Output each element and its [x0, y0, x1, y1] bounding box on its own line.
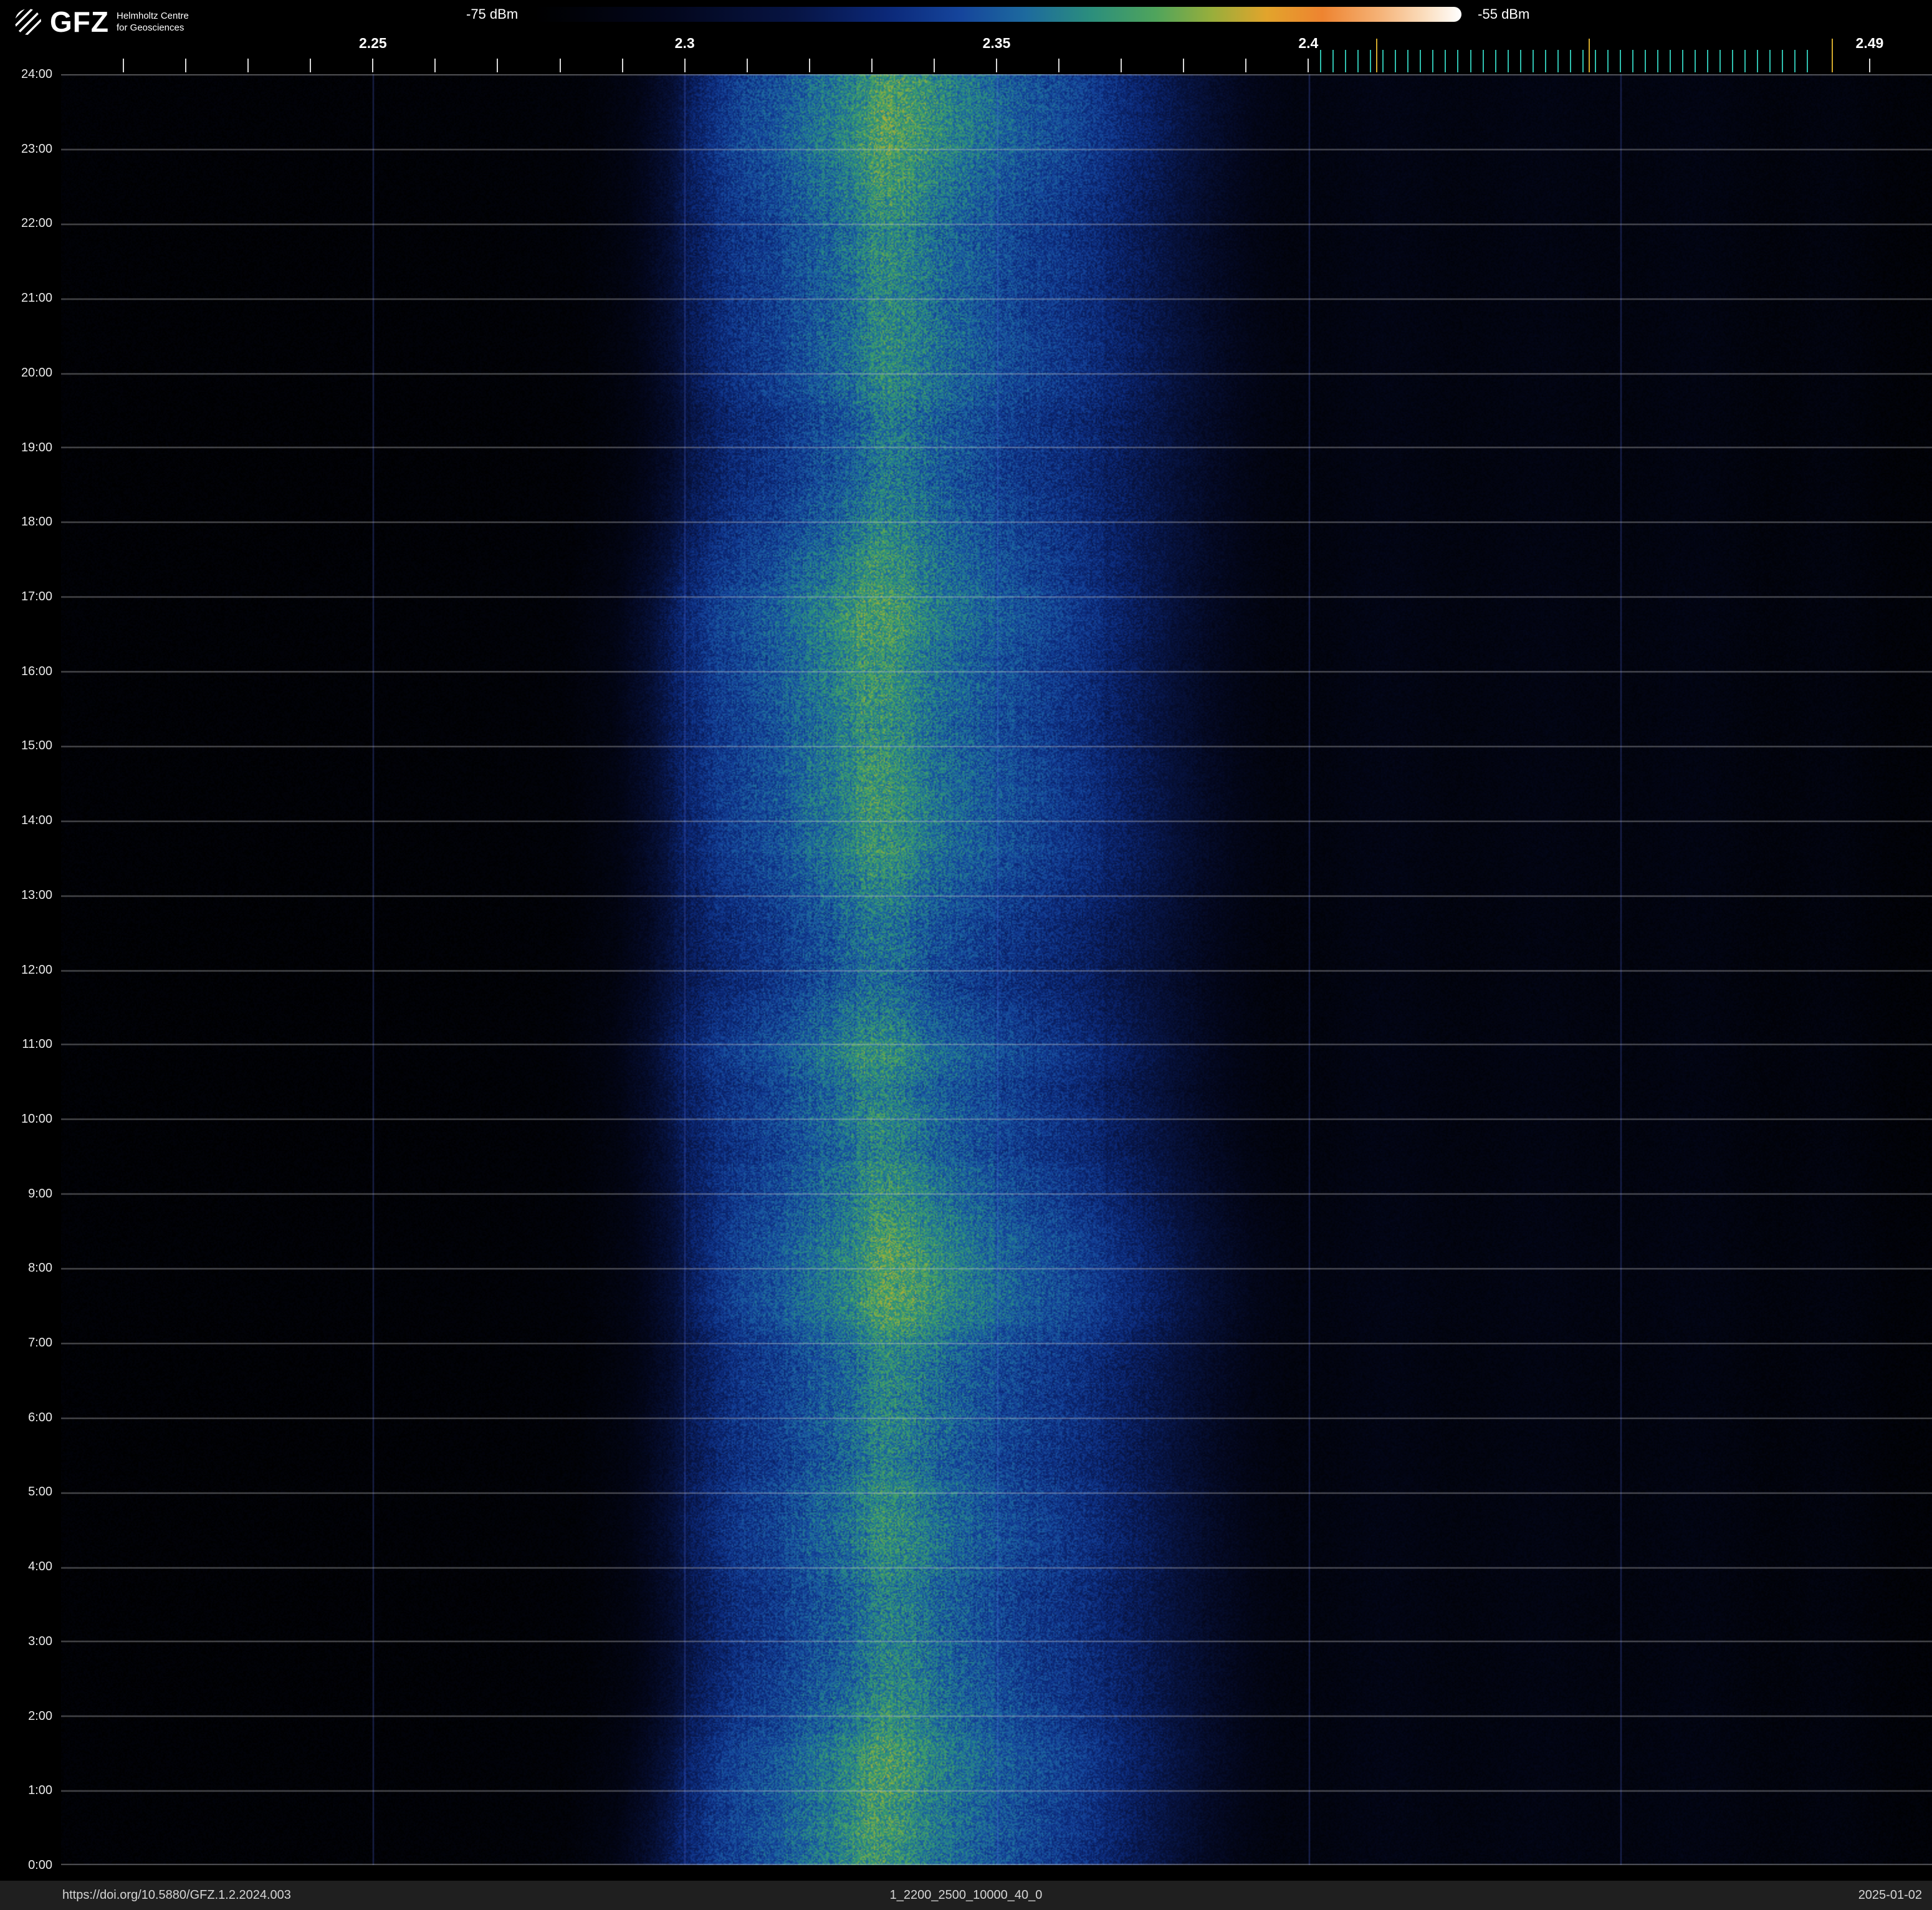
minor-freq-tick: [808, 59, 810, 72]
time-tick-label: 5:00: [28, 1485, 52, 1499]
time-tick-label: 21:00: [21, 291, 52, 305]
frequency-axis-ticks: [0, 0, 1932, 74]
time-tick-label: 1:00: [28, 1783, 52, 1798]
time-tick-label: 20:00: [21, 365, 52, 380]
channel-tick: [1632, 50, 1633, 72]
channel-tick: [1482, 50, 1484, 72]
time-tick-label: 22:00: [21, 216, 52, 231]
minor-freq-tick: [621, 59, 623, 72]
minor-freq-tick: [1121, 59, 1122, 72]
minor-freq-tick: [123, 59, 125, 72]
minor-freq-tick: [247, 59, 249, 72]
channel-tick: [1719, 50, 1721, 72]
channel-tick: [1332, 50, 1334, 72]
spectrogram-heatmap: [61, 74, 1932, 1865]
channel-tick: [1669, 50, 1671, 72]
channel-tick: [1582, 50, 1584, 72]
minor-freq-tick: [746, 59, 748, 72]
time-tick-label: 17:00: [21, 589, 52, 603]
minor-freq-tick: [933, 59, 935, 72]
channel-tick: [1619, 50, 1621, 72]
time-axis-labels: 24:00 23:00 22:00 21:00 20:00 19:00 18:00 17:00…: [0, 0, 57, 1876]
time-tick-label: 10:00: [21, 1111, 52, 1126]
time-tick-label: 9:00: [28, 1186, 52, 1201]
channel-tick: [1382, 50, 1384, 72]
time-tick-label: 8:00: [28, 1261, 52, 1275]
time-tick-label: 7:00: [28, 1336, 52, 1350]
time-tick-label: 0:00: [28, 1858, 52, 1872]
minor-freq-tick: [1058, 59, 1060, 72]
minor-freq-tick: [497, 59, 499, 72]
doi-link[interactable]: https://doi.org/10.5880/GFZ.1.2.2024.003: [62, 1888, 291, 1903]
channel-tick: [1781, 50, 1783, 72]
minor-freq-tick: [1183, 59, 1185, 72]
time-tick-label: 16:00: [21, 664, 52, 678]
channel-tick: [1320, 50, 1322, 72]
channel-tick: [1432, 50, 1434, 72]
time-tick-label: 2:00: [28, 1709, 52, 1723]
channel-tick: [1731, 50, 1733, 72]
channel-tick: [1594, 50, 1596, 72]
minor-freq-tick: [1245, 59, 1247, 72]
channel-tick: [1557, 50, 1559, 72]
channel-tick: [1607, 50, 1609, 72]
time-tick-label: 3:00: [28, 1634, 52, 1648]
channel-tick: [1519, 50, 1521, 72]
channel-tick: [1395, 50, 1397, 72]
channel-tick: [1569, 50, 1571, 72]
channel-tick: [1532, 50, 1534, 72]
time-tick-label: 23:00: [21, 142, 52, 156]
channel-tick: [1345, 50, 1347, 72]
date-label: 2025-01-02: [1858, 1888, 1922, 1902]
channel-tick: [1507, 50, 1509, 72]
time-tick-label: 14:00: [21, 813, 52, 828]
minor-freq-tick: [1868, 59, 1870, 72]
marker-tick: [1831, 39, 1833, 72]
channel-tick: [1445, 50, 1447, 72]
channel-tick: [1407, 50, 1409, 72]
dataset-id-label: 1_2200_2500_10000_40_0: [889, 1888, 1043, 1902]
minor-freq-tick: [1308, 59, 1309, 72]
time-tick-label: 6:00: [28, 1410, 52, 1424]
minor-freq-tick: [684, 59, 686, 72]
channel-tick: [1357, 50, 1359, 72]
marker-tick: [1376, 39, 1378, 72]
channel-tick: [1744, 50, 1746, 72]
spectrogram-app: GFZ Helmholtz Centre for Geosciences -75…: [0, 0, 1932, 1910]
channel-tick: [1457, 50, 1459, 72]
channel-tick: [1706, 50, 1708, 72]
minor-freq-tick: [559, 59, 561, 72]
channel-tick: [1794, 50, 1796, 72]
time-tick-label: 15:00: [21, 739, 52, 753]
channel-tick: [1694, 50, 1696, 72]
time-tick-label: 18:00: [21, 515, 52, 529]
channel-tick: [1494, 50, 1496, 72]
time-tick-label: 24:00: [21, 67, 52, 81]
time-tick-label: 12:00: [21, 962, 52, 977]
minor-freq-tick: [996, 59, 997, 72]
channel-tick: [1806, 50, 1808, 72]
channel-tick: [1544, 50, 1546, 72]
minor-freq-tick: [871, 59, 873, 72]
channel-tick: [1657, 50, 1658, 72]
minor-freq-tick: [185, 59, 187, 72]
time-tick-label: 11:00: [22, 1037, 52, 1052]
channel-tick: [1370, 50, 1372, 72]
channel-tick: [1644, 50, 1646, 72]
time-tick-label: 19:00: [21, 440, 52, 454]
footer-bar: https://doi.org/10.5880/GFZ.1.2.2024.003…: [0, 1881, 1932, 1910]
channel-tick: [1470, 50, 1471, 72]
time-tick-label: 4:00: [28, 1560, 52, 1574]
channel-tick: [1756, 50, 1758, 72]
minor-freq-tick: [372, 59, 374, 72]
channel-tick: [1681, 50, 1683, 72]
minor-freq-tick: [310, 59, 312, 72]
minor-freq-tick: [434, 59, 436, 72]
channel-tick: [1769, 50, 1771, 72]
marker-tick: [1588, 39, 1590, 72]
channel-tick: [1420, 50, 1422, 72]
time-tick-label: 13:00: [21, 888, 52, 902]
